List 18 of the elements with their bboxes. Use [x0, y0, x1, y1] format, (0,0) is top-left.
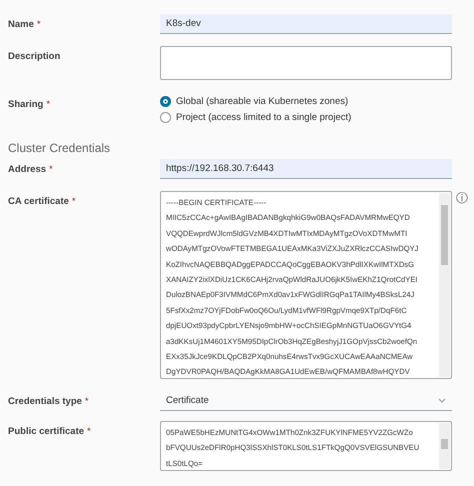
field-label: Address *: [8, 163, 54, 175]
field-label: Name *: [8, 18, 42, 30]
description-field[interactable]: [160, 46, 452, 80]
scrollbar[interactable]: [439, 193, 450, 377]
section-heading: Cluster Credentials: [8, 141, 112, 155]
chevron-icon: [438, 398, 446, 403]
select-field[interactable]: Certificate: [160, 391, 452, 411]
text-field[interactable]: K8s-dev: [160, 14, 452, 34]
scrollbar[interactable]: [439, 423, 450, 469]
info-icon[interactable]: ⓘ: [456, 191, 468, 205]
field-label: Sharing *: [8, 98, 52, 110]
field-label: Description: [8, 50, 62, 62]
radio-option[interactable]: Project (access limited to a single project): [160, 112, 452, 123]
radio-option[interactable]: Global (shareable via Kubernetes zones): [160, 96, 452, 107]
field-label: CA certificate *: [8, 195, 77, 207]
field-label: Public certificate *: [8, 425, 92, 437]
text-field[interactable]: https://192.168.30.7:6443: [160, 159, 452, 179]
field-label: Credentials type *: [8, 395, 90, 407]
